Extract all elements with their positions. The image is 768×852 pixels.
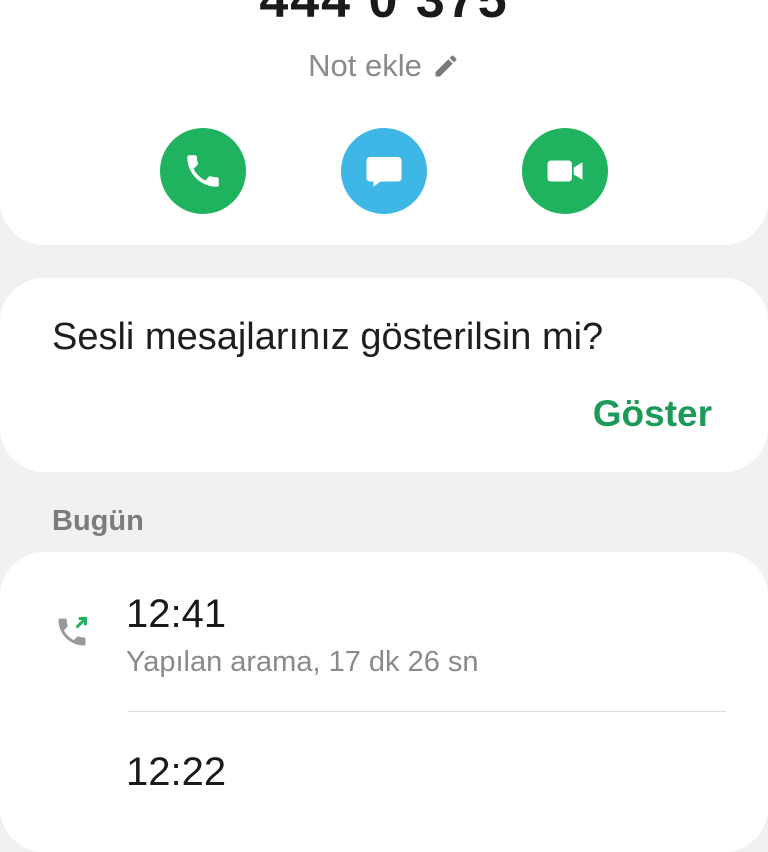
video-icon — [547, 160, 583, 182]
call-time: 12:41 — [126, 592, 227, 636]
message-button[interactable] — [341, 128, 427, 214]
contact-number: 444 0 375 — [259, 0, 509, 29]
call-description: Yapılan arama, 17 dk 26 sn — [126, 646, 479, 678]
voicemail-prompt-card — [0, 278, 768, 472]
call-time: 12:22 — [126, 750, 227, 794]
section-label-today: Bugün — [52, 505, 144, 537]
outgoing-call-icon — [58, 617, 87, 646]
pencil-icon — [435, 55, 457, 77]
call-history-card — [0, 552, 768, 852]
video-call-button[interactable] — [522, 128, 608, 214]
list-divider — [128, 711, 726, 712]
voicemail-question: Sesli mesajlarınız gösterilsin mi? — [52, 316, 604, 358]
add-note-button[interactable]: Not ekle — [0, 48, 768, 84]
message-icon — [366, 157, 402, 187]
phone-icon — [187, 155, 219, 187]
show-voicemail-button[interactable]: Göster — [593, 393, 712, 435]
add-note-label: Not ekle — [308, 48, 422, 83]
call-button[interactable] — [160, 128, 246, 214]
